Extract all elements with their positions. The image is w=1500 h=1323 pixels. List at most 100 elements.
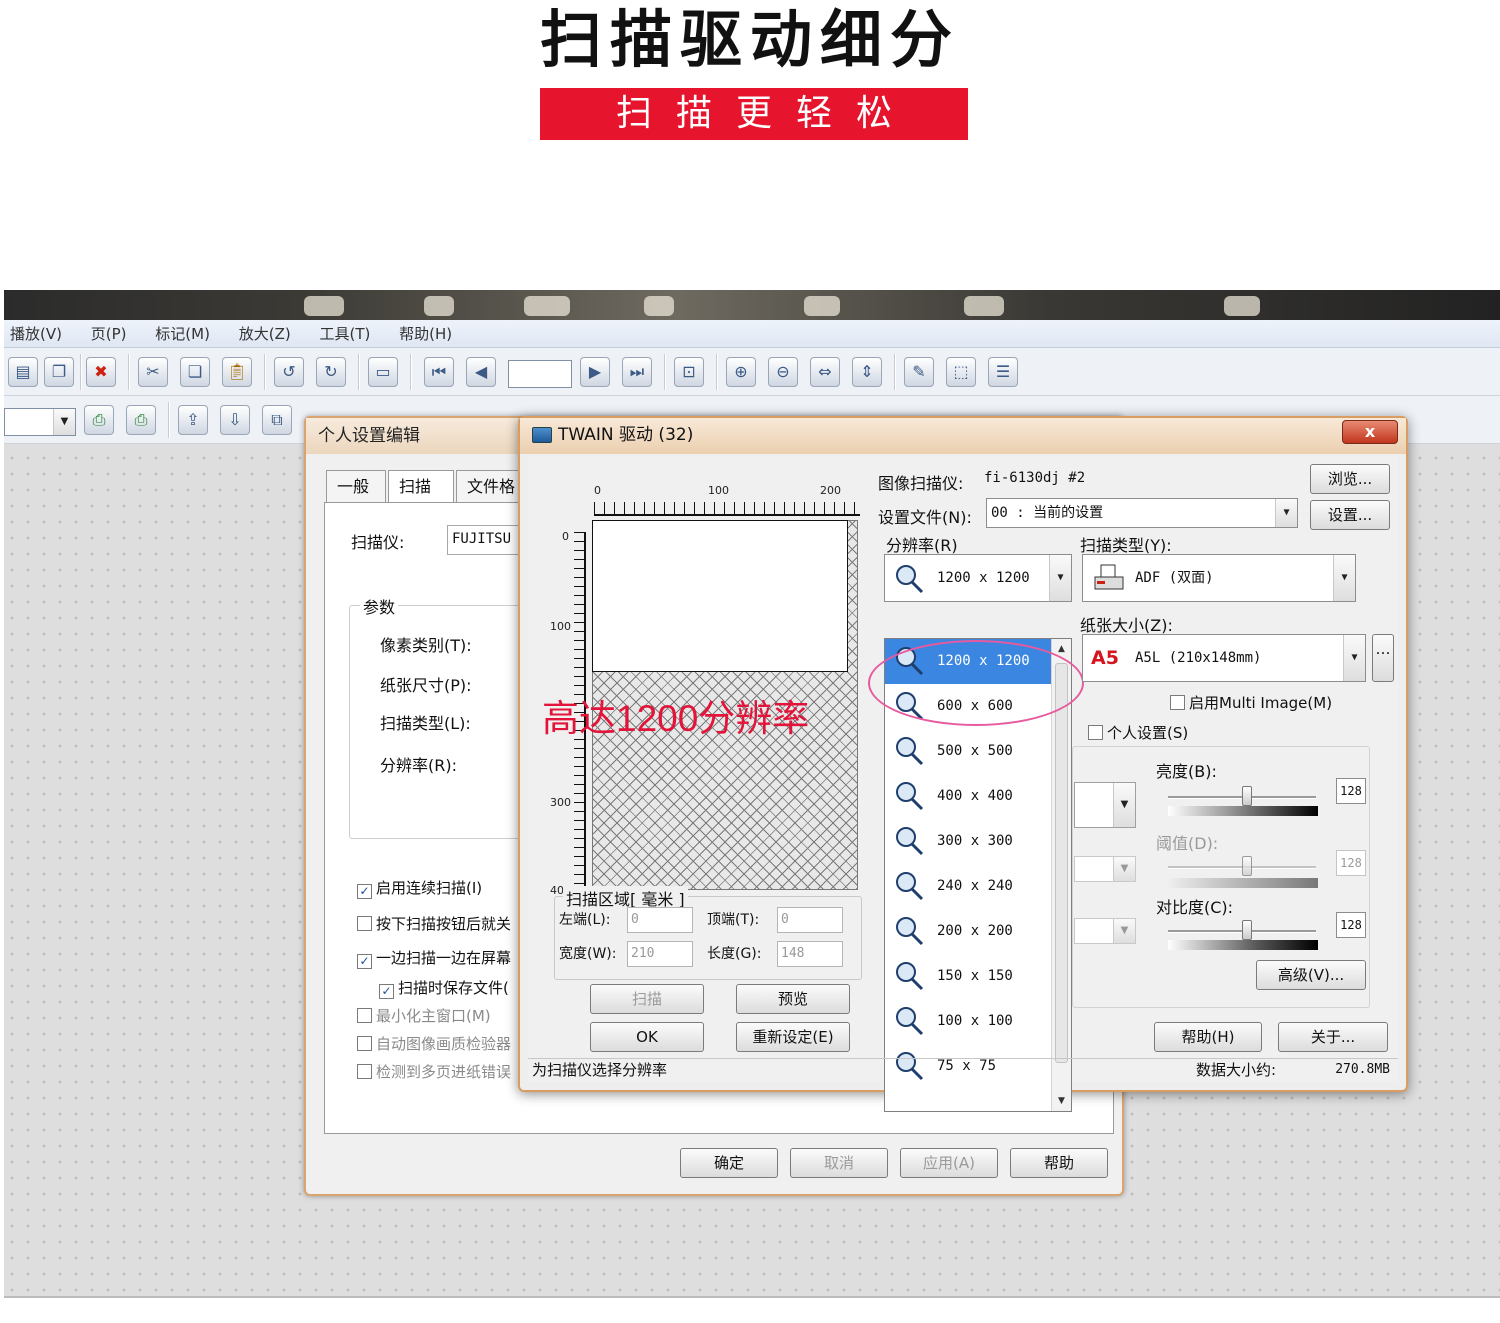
paste-icon[interactable]: 📋︎ bbox=[222, 357, 252, 387]
resolution-option[interactable]: 150 x 150 bbox=[885, 954, 1051, 999]
checkbox-minimize-main[interactable]: 最小化主窗口(M) bbox=[357, 1005, 491, 1026]
help-button[interactable]: 帮助(H) bbox=[1154, 1022, 1262, 1052]
page-icon[interactable]: ▭ bbox=[368, 357, 398, 387]
gamma-combo[interactable]: ▼ bbox=[1074, 918, 1136, 944]
menu-item-mark[interactable]: 标记(M) bbox=[155, 320, 210, 348]
about-button[interactable]: 关于... bbox=[1278, 1022, 1388, 1052]
print-icon[interactable]: ⎙ bbox=[84, 405, 114, 435]
next-page-icon[interactable]: ▶ bbox=[580, 357, 610, 387]
magnifier-icon bbox=[896, 827, 924, 856]
print-setup-icon[interactable]: ⎙ bbox=[126, 405, 156, 435]
resolution-option[interactable]: 500 x 500 bbox=[885, 729, 1051, 774]
contrast-slider[interactable] bbox=[1242, 920, 1252, 940]
paper-size-combo[interactable]: A5 A5L (210x148mm) ▼ bbox=[1082, 634, 1366, 682]
brightness-slider[interactable] bbox=[1242, 786, 1252, 806]
zoom-height-icon[interactable]: ⇕ bbox=[852, 357, 882, 387]
page-banner: 扫描更轻松 bbox=[540, 88, 968, 140]
rotate-right-icon[interactable]: ↻ bbox=[316, 357, 346, 387]
threshold-slider[interactable] bbox=[1242, 856, 1252, 876]
menu-item-play[interactable]: 播放(V) bbox=[10, 320, 62, 348]
scan-type-label: 扫描类型(Y): bbox=[1080, 536, 1172, 555]
scroll-down-icon[interactable]: ▼ bbox=[1052, 1091, 1071, 1111]
contrast-gradient bbox=[1168, 940, 1318, 950]
select-icon[interactable]: ⬚ bbox=[946, 357, 976, 387]
config-file-combo[interactable]: 00 : 当前的设置 ▼ bbox=[986, 498, 1298, 528]
checkbox-close-after-scan[interactable]: 按下扫描按钮后就关 bbox=[357, 913, 511, 934]
cut-icon[interactable]: ✂ bbox=[138, 357, 168, 387]
scanner-icon bbox=[532, 427, 552, 443]
menu-item-page[interactable]: 页(P) bbox=[91, 320, 127, 348]
top-edge-field[interactable]: 0 bbox=[777, 907, 843, 933]
stack-icon[interactable]: ☰ bbox=[988, 357, 1018, 387]
prev-page-icon[interactable]: ◀ bbox=[466, 357, 496, 387]
page-number-box[interactable] bbox=[508, 360, 572, 388]
brightness-value[interactable]: 128 bbox=[1336, 778, 1366, 804]
settings-button[interactable]: 设置... bbox=[1310, 500, 1390, 530]
magnifier-icon bbox=[896, 782, 924, 811]
ruler-top-100: 100 bbox=[708, 484, 729, 497]
length-label: 长度(G): bbox=[707, 946, 762, 962]
apply-button[interactable]: 应用(A) bbox=[900, 1148, 998, 1178]
export-icon[interactable]: ⇪ bbox=[178, 405, 208, 435]
adf-scanner-icon bbox=[1094, 564, 1124, 590]
scan-button[interactable]: 扫描 bbox=[590, 984, 704, 1014]
menu-item-help[interactable]: 帮助(H) bbox=[399, 320, 452, 348]
contrast-value[interactable]: 128 bbox=[1336, 912, 1366, 938]
first-page-icon[interactable]: ⏮ bbox=[424, 357, 454, 387]
zoom-width-icon[interactable]: ⇔ bbox=[810, 357, 840, 387]
resolution-combo[interactable]: 1200 x 1200 ▼ bbox=[884, 554, 1072, 602]
import-icon[interactable]: ⇩ bbox=[220, 405, 250, 435]
length-field[interactable]: 148 bbox=[777, 941, 843, 967]
advanced-button[interactable]: 高级(V)... bbox=[1256, 960, 1366, 990]
data-size-label: 数据大小约: bbox=[1196, 1061, 1277, 1079]
resolution-option[interactable]: 240 x 240 bbox=[885, 864, 1051, 909]
help-button[interactable]: 帮助 bbox=[1010, 1148, 1108, 1178]
resolution-option[interactable]: 300 x 300 bbox=[885, 819, 1051, 864]
last-page-icon[interactable]: ⏭ bbox=[622, 357, 652, 387]
checkbox-multifeed[interactable]: 检测到多页进纸错误 bbox=[357, 1061, 511, 1082]
tab-general[interactable]: 一般 bbox=[326, 470, 386, 502]
left-edge-field[interactable]: 0 bbox=[627, 907, 693, 933]
zoom-in-icon[interactable]: ⊕ bbox=[726, 357, 756, 387]
close-button[interactable]: x bbox=[1342, 420, 1398, 444]
rotate-left-icon[interactable]: ↺ bbox=[274, 357, 304, 387]
checkbox-image-quality[interactable]: 自动图像画质检验器 bbox=[357, 1033, 511, 1054]
scan-region[interactable] bbox=[592, 520, 848, 672]
merge-icon[interactable]: ⧉ bbox=[262, 405, 292, 435]
duplicate-icon[interactable]: ❏ bbox=[180, 357, 210, 387]
checkbox-multi-image[interactable]: 启用Multi Image(M) bbox=[1170, 692, 1332, 713]
tab-scan[interactable]: 扫描 bbox=[388, 470, 454, 504]
checkbox-personal-settings[interactable]: 个人设置(S) bbox=[1088, 722, 1188, 743]
resolution-option[interactable]: 400 x 400 bbox=[885, 774, 1051, 819]
zoom-out-icon[interactable]: ⊖ bbox=[768, 357, 798, 387]
width-field[interactable]: 210 bbox=[627, 941, 693, 967]
resolution-option[interactable]: 100 x 100 bbox=[885, 999, 1051, 1044]
image-mode-combo[interactable]: ▼ bbox=[1074, 782, 1136, 828]
paper-size-more-button[interactable]: … bbox=[1372, 634, 1394, 682]
copy-icon[interactable]: ❐ bbox=[44, 357, 74, 387]
halftone-combo[interactable]: ▼ bbox=[1074, 856, 1136, 882]
reset-button[interactable]: 重新设定(E) bbox=[736, 1022, 850, 1052]
checkbox-continuous-scan[interactable]: ✓ 启用连续扫描(I) bbox=[357, 877, 482, 899]
threshold-value[interactable]: 128 bbox=[1336, 850, 1366, 876]
ok-button[interactable]: 确定 bbox=[680, 1148, 778, 1178]
checkbox-save-while-scan[interactable]: ✓ 扫描时保存文件( bbox=[379, 977, 509, 999]
browse-button[interactable]: 浏览... bbox=[1310, 464, 1390, 494]
param-pixel-type: 像素类别(T): bbox=[380, 636, 472, 655]
twain-titlebar: TWAIN 驱动 (32) x bbox=[520, 418, 1406, 454]
ok-button[interactable]: OK bbox=[590, 1022, 704, 1052]
scroll-thumb[interactable] bbox=[1055, 663, 1068, 1063]
preview-button[interactable]: 预览 bbox=[736, 984, 850, 1014]
toolbar-dropdown[interactable]: ▼ bbox=[4, 408, 76, 436]
checkbox-show-while-scan[interactable]: ✓ 一边扫描一边在屏幕 bbox=[357, 947, 511, 969]
scan-icon[interactable]: ▤ bbox=[8, 357, 38, 387]
delete-icon[interactable]: ✖ bbox=[86, 357, 116, 387]
menu-item-tools[interactable]: 工具(T) bbox=[319, 320, 370, 348]
pen-icon[interactable]: ✎ bbox=[904, 357, 934, 387]
cancel-button[interactable]: 取消 bbox=[790, 1148, 888, 1178]
scan-type-combo[interactable]: ADF (双面) ▼ bbox=[1082, 554, 1356, 602]
brightness-label: 亮度(B): bbox=[1156, 762, 1217, 781]
resolution-option[interactable]: 200 x 200 bbox=[885, 909, 1051, 954]
menu-item-zoom[interactable]: 放大(Z) bbox=[239, 320, 291, 348]
fit-page-icon[interactable]: ⊡ bbox=[674, 357, 704, 387]
